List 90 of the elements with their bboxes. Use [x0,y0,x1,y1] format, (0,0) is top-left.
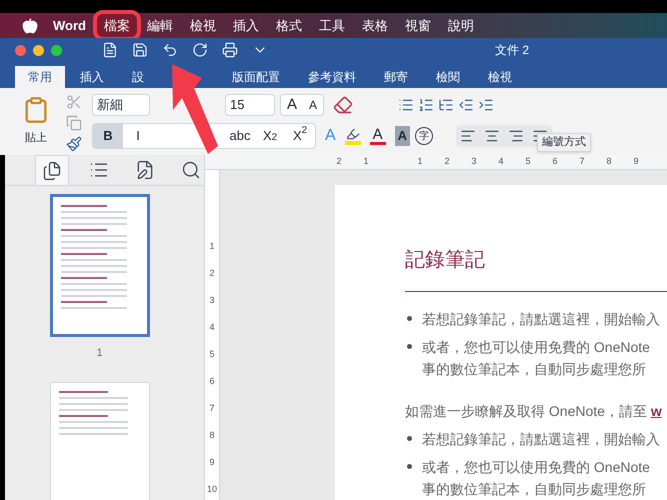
apple-logo-icon[interactable] [22,18,38,34]
menu-item[interactable]: 表格 [354,14,395,38]
search-icon [181,160,201,180]
menu-item[interactable]: 格式 [268,14,309,38]
menu-item[interactable]: 檔案 [96,14,137,38]
ribbon-tab[interactable]: 檢視 [475,66,525,88]
bullet-text: 或者，您也可以使用免費的 OneNote 事的數位筆記本，自動同步處理您所 [422,458,650,499]
ruler-number: 6 [209,375,214,387]
undo-icon[interactable] [162,42,178,58]
bullet-icon [407,464,412,469]
page-thumbnail[interactable] [50,194,150,337]
align-right-icon[interactable] [508,128,524,144]
tooltip: 編號方式 [537,133,591,152]
paste-label[interactable]: 貼上 [25,130,47,146]
shrink-font-button[interactable]: A [303,95,324,115]
document-heading: 記錄筆記 [405,245,667,292]
ribbon-tab[interactable]: 常用 [15,66,65,88]
font-size-field[interactable]: 15 [225,94,275,116]
bullet-text: 若想記錄筆記，請點選這裡，開始輸入 [422,310,660,329]
zoom-button[interactable] [51,44,62,56]
phonetic-guide-button[interactable]: 字 [415,127,434,145]
ribbon-tab[interactable]: 參考資料 [295,66,369,88]
bullet-text: 或者，您也可以使用免費的 OneNote 事的數位筆記本，自動同步處理您所 [422,338,650,379]
ruler-number: 4 [209,321,214,333]
paragraph: 如需進一步瞭解及取得 OneNote，請至 w [405,402,663,421]
menu-item[interactable]: 檢視 [182,14,223,38]
ruler-number: 9 [632,155,640,168]
ribbon-tab[interactable]: 郵寄 [371,66,421,88]
increase-indent-icon[interactable] [478,97,494,113]
minimize-button[interactable] [33,44,44,56]
ribbon-tab[interactable]: 檢閱 [423,66,473,88]
decrease-indent-icon[interactable] [458,97,474,113]
text-style-button[interactable]: X$_{2}$ [255,124,285,148]
ruler-number: 10 [206,483,217,495]
text-style-button[interactable]: I [123,124,153,148]
window-title: 文件 2 [495,42,530,59]
ruler-number: 8 [605,155,612,168]
menu-item[interactable]: 工具 [312,14,352,38]
ruler-number: 4 [497,155,504,168]
align-center-icon[interactable] [484,128,500,144]
bullet-icon [407,316,412,321]
document-icon[interactable] [102,42,118,58]
ruler-number: 1 [362,155,370,168]
numbering-icon[interactable] [418,97,434,113]
bullet-text: 若想記錄筆記，請點選這裡，開始輸入 [422,430,660,449]
menu-item[interactable]: 編輯 [140,14,180,38]
print-icon[interactable] [222,42,238,58]
highlighter-button[interactable] [344,127,361,145]
menu-item[interactable]: 說明 [440,14,481,38]
menu-item[interactable]: 視窗 [398,14,438,38]
ruler-number: 2 [443,155,450,168]
ruler-number: 3 [209,294,214,306]
ruler-number: 2 [335,155,342,168]
ruler-number: 9 [209,456,214,468]
document-edit-icon [135,160,155,180]
save-icon[interactable] [132,42,148,58]
ribbon-tab[interactable]: 版面配置 [219,66,293,88]
ruler-number: 3 [470,155,478,168]
bullet-icon [407,344,412,349]
grow-font-button[interactable]: A [281,95,304,115]
link[interactable]: w [650,403,662,419]
redo-icon[interactable] [192,42,208,58]
ruler-number: 8 [209,429,214,441]
bullet-icon [407,436,412,441]
align-left-icon[interactable] [460,128,476,144]
ribbon-tab[interactable]: 設 [119,66,157,88]
text-style-button[interactable]: B [93,124,123,148]
font-name-field[interactable]: 新細 [92,94,150,116]
ruler-number: 2 [209,267,214,279]
text-style-button[interactable]: X$^{2}$ [285,124,315,148]
shading-button[interactable]: A [394,126,410,146]
format-painter-icon[interactable] [66,136,82,152]
clear-formatting-icon[interactable] [333,95,354,115]
page-number: 1 [96,346,103,361]
ruler-number: 7 [578,155,586,168]
ruler-number: 5 [209,348,214,360]
menu-item[interactable]: 插入 [226,14,266,38]
font-color-button[interactable]: A [366,127,390,145]
ruler-number: 6 [551,155,558,168]
text-style-button[interactable]: abc [225,124,255,148]
multilevel-list-icon[interactable] [438,97,454,113]
ruler-number: 5 [524,155,532,168]
pages-icon [42,160,62,180]
app-menu[interactable]: Word [53,16,86,36]
highlighter-icon [346,127,360,141]
ruler-number: 1 [209,240,214,252]
sidebar-tab[interactable] [35,155,69,185]
ruler-number: 7 [209,402,214,414]
ribbon-tab[interactable]: 插入 [67,66,117,88]
ruler-number: 1 [416,155,424,168]
